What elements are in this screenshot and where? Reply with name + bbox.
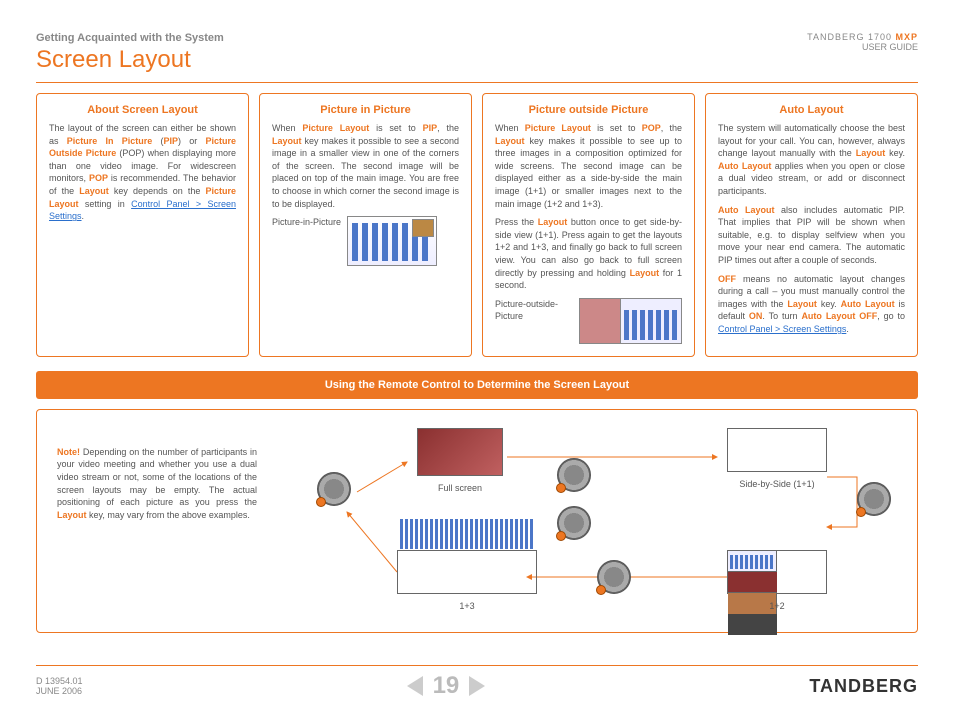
page-number: 19 <box>433 672 460 700</box>
remote-icon <box>557 506 591 540</box>
pip-thumbnail <box>347 216 437 266</box>
layout-flow-diagram: Note! Depending on the number of partici… <box>36 409 918 633</box>
auto-layout-box: Auto Layout The system will automaticall… <box>705 93 918 357</box>
breadcrumb: Getting Acquainted with the System <box>36 32 918 44</box>
remote-icon <box>317 472 351 506</box>
remote-icon <box>857 482 891 516</box>
remote-icon <box>557 458 591 492</box>
next-page-icon[interactable] <box>469 676 485 696</box>
one-plus-two-thumb <box>727 550 827 594</box>
box-body: The system will automatically choose the… <box>718 122 905 336</box>
divider <box>36 82 918 83</box>
box-title: Auto Layout <box>718 104 905 116</box>
picture-outside-picture-box: Picture outside Picture When Picture Lay… <box>482 93 695 357</box>
box-body: When Picture Layout is set to PIP, the L… <box>272 122 459 266</box>
brand-logo: TANDBERG <box>809 676 918 697</box>
pop-figure: Picture-outside-Picture <box>495 298 682 344</box>
page-footer: D 13954.01 JUNE 2006 19 TANDBERG <box>36 665 918 700</box>
product-id: TANDBERG 1700 MXP USER GUIDE <box>807 32 918 52</box>
pip-figure: Picture-in-Picture <box>272 216 459 266</box>
picture-in-picture-box: Picture in Picture When Picture Layout i… <box>259 93 472 357</box>
side-by-side-node: Side-by-Side (1+1) <box>727 428 827 489</box>
section-banner: Using the Remote Control to Determine th… <box>36 371 918 399</box>
side-by-side-thumb <box>727 428 827 472</box>
info-boxes-row: About Screen Layout The layout of the sc… <box>36 93 918 357</box>
page-title: Screen Layout <box>36 46 918 74</box>
one-plus-three-node: 1+3 <box>397 550 537 611</box>
remote-icon <box>597 560 631 594</box>
prev-page-icon[interactable] <box>407 676 423 696</box>
page-navigation: 19 <box>407 672 486 700</box>
box-title: Picture outside Picture <box>495 104 682 116</box>
about-screen-layout-box: About Screen Layout The layout of the sc… <box>36 93 249 357</box>
one-plus-two-node: 1+2 <box>727 550 827 611</box>
one-plus-three-thumb <box>397 550 537 594</box>
box-body: The layout of the screen can either be s… <box>49 122 236 223</box>
page-header: Getting Acquainted with the System Scree… <box>36 32 918 74</box>
diagram-note: Note! Depending on the number of partici… <box>57 446 257 522</box>
box-body: When Picture Layout is set to POP, the L… <box>495 122 682 344</box>
pop-thumbnail <box>579 298 682 344</box>
box-title: About Screen Layout <box>49 104 236 116</box>
flow-canvas: Full screen Side-by-Side (1+1) 1+2 1+3 <box>297 422 887 622</box>
doc-meta: D 13954.01 JUNE 2006 <box>36 676 83 696</box>
full-screen-thumb <box>417 428 503 476</box>
full-screen-node: Full screen <box>417 428 503 493</box>
box-title: Picture in Picture <box>272 104 459 116</box>
control-panel-link[interactable]: Control Panel > Screen Settings <box>718 324 846 334</box>
